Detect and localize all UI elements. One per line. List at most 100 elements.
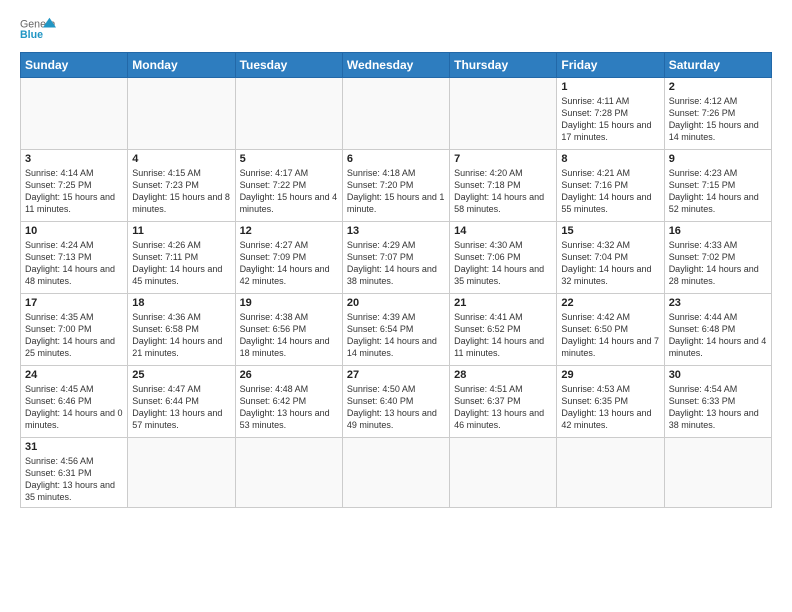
weekday-header-wednesday: Wednesday [342,53,449,78]
day-info: Sunrise: 4:54 AM Sunset: 6:33 PM Dayligh… [669,383,767,432]
day-number: 31 [25,441,123,453]
day-number: 8 [561,153,659,165]
calendar-cell [128,438,235,508]
day-number: 27 [347,369,445,381]
day-info: Sunrise: 4:47 AM Sunset: 6:44 PM Dayligh… [132,383,230,432]
day-info: Sunrise: 4:56 AM Sunset: 6:31 PM Dayligh… [25,455,123,504]
calendar-cell: 29 Sunrise: 4:53 AM Sunset: 6:35 PM Dayli… [557,366,664,438]
weekday-header-row: SundayMondayTuesdayWednesdayThursdayFrid… [21,53,772,78]
day-number: 7 [454,153,552,165]
day-number: 11 [132,225,230,237]
weekday-header-sunday: Sunday [21,53,128,78]
calendar-cell: 28Sunrise: 4:51 AM Sunset: 6:37 PM Dayli… [450,366,557,438]
calendar-cell: 2Sunrise: 4:12 AM Sunset: 7:26 PM Daylig… [664,78,771,150]
day-number: 16 [669,225,767,237]
day-number: 28 [454,369,552,381]
day-info: Sunrise: 4:38 AM Sunset: 6:56 PM Dayligh… [240,311,338,360]
calendar-cell: 17 Sunrise: 4:35 AM Sunset: 7:00 PM Dayli… [21,294,128,366]
calendar-cell [235,78,342,150]
calendar-cell: 8 Sunrise: 4:21 AM Sunset: 7:16 PM Daylig… [557,150,664,222]
calendar-cell: 30 Sunrise: 4:54 AM Sunset: 6:33 PM Dayli… [664,366,771,438]
day-number: 12 [240,225,338,237]
calendar-cell: 10Sunrise: 4:24 AM Sunset: 7:13 PM Dayli… [21,222,128,294]
day-info: Sunrise: 4:26 AM Sunset: 7:11 PM Dayligh… [132,239,230,288]
calendar-cell [664,438,771,508]
day-number: 9 [669,153,767,165]
calendar-cell: 9 Sunrise: 4:23 AM Sunset: 7:15 PM Daylig… [664,150,771,222]
svg-text:Blue: Blue [20,29,43,41]
calendar-cell: 16 Sunrise: 4:33 AM Sunset: 7:02 PM Dayli… [664,222,771,294]
day-number: 30 [669,369,767,381]
calendar-cell: 23Sunrise: 4:44 AM Sunset: 6:48 PM Dayli… [664,294,771,366]
calendar-cell: 21Sunrise: 4:41 AM Sunset: 6:52 PM Dayli… [450,294,557,366]
day-number: 14 [454,225,552,237]
header: General Blue [20,16,772,44]
day-number: 5 [240,153,338,165]
calendar-cell: 31 Sunrise: 4:56 AM Sunset: 6:31 PM Dayli… [21,438,128,508]
calendar-cell [342,78,449,150]
calendar-cell [450,438,557,508]
calendar-week-row: 24Sunrise: 4:45 AM Sunset: 6:46 PM Dayli… [21,366,772,438]
calendar-cell: 13 Sunrise: 4:29 AM Sunset: 7:07 PM Dayli… [342,222,449,294]
logo: General Blue [20,16,56,44]
day-info: Sunrise: 4:33 AM Sunset: 7:02 PM Dayligh… [669,239,767,288]
day-info: Sunrise: 4:35 AM Sunset: 7:00 PM Dayligh… [25,311,123,360]
day-info: Sunrise: 4:20 AM Sunset: 7:18 PM Dayligh… [454,167,552,216]
calendar-week-row: 10Sunrise: 4:24 AM Sunset: 7:13 PM Dayli… [21,222,772,294]
day-number: 20 [347,297,445,309]
calendar-cell [21,78,128,150]
day-info: Sunrise: 4:45 AM Sunset: 6:46 PM Dayligh… [25,383,123,432]
calendar-cell: 26Sunrise: 4:48 AM Sunset: 6:42 PM Dayli… [235,366,342,438]
calendar-cell: 27 Sunrise: 4:50 AM Sunset: 6:40 PM Dayli… [342,366,449,438]
generalblue-logo-icon: General Blue [20,16,56,44]
calendar-cell [128,78,235,150]
day-number: 22 [561,297,659,309]
day-number: 13 [347,225,445,237]
page: General Blue SundayMondayTuesdayWednesda… [0,0,792,518]
calendar-cell: 3Sunrise: 4:14 AM Sunset: 7:25 PM Daylig… [21,150,128,222]
day-number: 29 [561,369,659,381]
day-number: 15 [561,225,659,237]
calendar-cell: 1Sunrise: 4:11 AM Sunset: 7:28 PM Daylig… [557,78,664,150]
day-info: Sunrise: 4:39 AM Sunset: 6:54 PM Dayligh… [347,311,445,360]
day-number: 25 [132,369,230,381]
calendar-cell: 24Sunrise: 4:45 AM Sunset: 6:46 PM Dayli… [21,366,128,438]
calendar-table: SundayMondayTuesdayWednesdayThursdayFrid… [20,52,772,508]
calendar-cell: 5Sunrise: 4:17 AM Sunset: 7:22 PM Daylig… [235,150,342,222]
weekday-header-saturday: Saturday [664,53,771,78]
weekday-header-friday: Friday [557,53,664,78]
calendar-cell: 6Sunrise: 4:18 AM Sunset: 7:20 PM Daylig… [342,150,449,222]
day-info: Sunrise: 4:50 AM Sunset: 6:40 PM Dayligh… [347,383,445,432]
calendar-cell: 14 Sunrise: 4:30 AM Sunset: 7:06 PM Dayli… [450,222,557,294]
calendar-week-row: 17 Sunrise: 4:35 AM Sunset: 7:00 PM Dayli… [21,294,772,366]
day-number: 26 [240,369,338,381]
day-number: 10 [25,225,123,237]
day-info: Sunrise: 4:27 AM Sunset: 7:09 PM Dayligh… [240,239,338,288]
day-number: 2 [669,81,767,93]
day-number: 17 [25,297,123,309]
calendar-cell: 22Sunrise: 4:42 AM Sunset: 6:50 PM Dayli… [557,294,664,366]
day-info: Sunrise: 4:29 AM Sunset: 7:07 PM Dayligh… [347,239,445,288]
day-info: Sunrise: 4:30 AM Sunset: 7:06 PM Dayligh… [454,239,552,288]
day-info: Sunrise: 4:36 AM Sunset: 6:58 PM Dayligh… [132,311,230,360]
weekday-header-thursday: Thursday [450,53,557,78]
day-info: Sunrise: 4:21 AM Sunset: 7:16 PM Dayligh… [561,167,659,216]
calendar-cell [235,438,342,508]
calendar-cell: 18 Sunrise: 4:36 AM Sunset: 6:58 PM Dayli… [128,294,235,366]
day-info: Sunrise: 4:53 AM Sunset: 6:35 PM Dayligh… [561,383,659,432]
day-info: Sunrise: 4:23 AM Sunset: 7:15 PM Dayligh… [669,167,767,216]
calendar-cell: 25 Sunrise: 4:47 AM Sunset: 6:44 PM Dayli… [128,366,235,438]
day-info: Sunrise: 4:32 AM Sunset: 7:04 PM Dayligh… [561,239,659,288]
calendar-cell [557,438,664,508]
calendar-cell: 7 Sunrise: 4:20 AM Sunset: 7:18 PM Daylig… [450,150,557,222]
day-info: Sunrise: 4:44 AM Sunset: 6:48 PM Dayligh… [669,311,767,360]
calendar-week-row: 3Sunrise: 4:14 AM Sunset: 7:25 PM Daylig… [21,150,772,222]
day-number: 6 [347,153,445,165]
calendar-cell: 20 Sunrise: 4:39 AM Sunset: 6:54 PM Dayli… [342,294,449,366]
day-number: 18 [132,297,230,309]
day-info: Sunrise: 4:11 AM Sunset: 7:28 PM Dayligh… [561,95,659,144]
calendar-cell: 11 Sunrise: 4:26 AM Sunset: 7:11 PM Dayli… [128,222,235,294]
calendar-cell [342,438,449,508]
day-number: 3 [25,153,123,165]
calendar-cell: 12 Sunrise: 4:27 AM Sunset: 7:09 PM Dayli… [235,222,342,294]
